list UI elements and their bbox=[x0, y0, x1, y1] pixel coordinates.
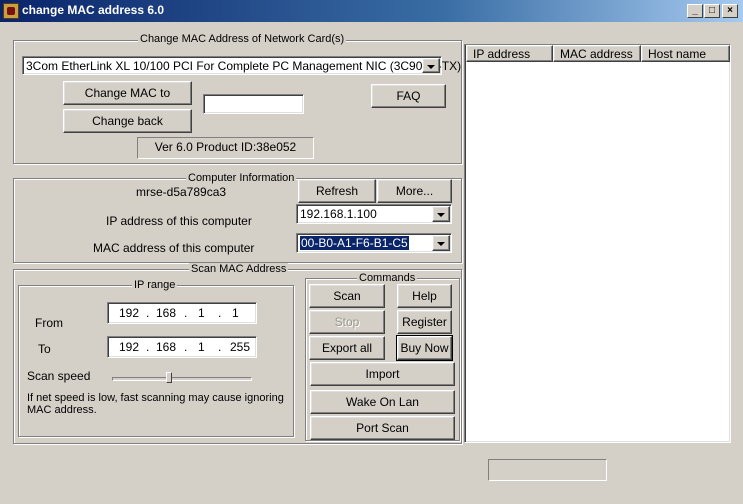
change-mac-group-label: Change MAC Address of Network Card(s) bbox=[138, 33, 347, 45]
ip-dot: . bbox=[184, 340, 188, 354]
from-ip-octet: 1 bbox=[232, 306, 239, 320]
ip-dot: . bbox=[218, 340, 222, 354]
computer-name: mrse-d5a789ca3 bbox=[136, 185, 227, 199]
mac-address-value: 00-B0-A1-F6-B1-C5 bbox=[300, 236, 409, 250]
change-back-button[interactable]: Change back bbox=[63, 109, 192, 133]
minimize-button[interactable]: _ bbox=[687, 4, 703, 18]
window-title: change MAC address 6.0 bbox=[22, 3, 165, 17]
ip-dot: . bbox=[184, 306, 188, 320]
chevron-down-icon bbox=[437, 213, 445, 217]
mac-address-select[interactable]: 00-B0-A1-F6-B1-C5 bbox=[296, 233, 452, 253]
computer-info-group-label: Computer Information bbox=[186, 172, 297, 184]
stop-button[interactable]: Stop bbox=[309, 310, 385, 334]
dropdown-arrow-button[interactable] bbox=[422, 58, 440, 73]
port-scan-button[interactable]: Port Scan bbox=[310, 416, 455, 440]
import-button[interactable]: Import bbox=[310, 362, 455, 386]
results-list[interactable]: IP address MAC address Host name bbox=[464, 44, 731, 443]
from-ip-octet: 168 bbox=[156, 306, 177, 320]
from-ip-input[interactable]: 192 . 168 . 1 . 1 bbox=[107, 302, 257, 324]
ip-dot: . bbox=[146, 306, 150, 320]
slider-track bbox=[112, 377, 252, 381]
help-button[interactable]: Help bbox=[397, 284, 452, 308]
close-button[interactable]: × bbox=[722, 4, 738, 18]
ip-range-label: IP range bbox=[132, 279, 178, 291]
ip-dot: . bbox=[146, 340, 150, 354]
change-mac-button[interactable]: Change MAC to bbox=[63, 81, 192, 105]
wake-on-lan-button[interactable]: Wake On Lan bbox=[310, 390, 455, 414]
column-header-host-name[interactable]: Host name bbox=[641, 45, 730, 62]
to-ip-octet: 1 bbox=[198, 340, 205, 354]
to-ip-octet: 192 bbox=[119, 340, 140, 354]
to-ip-input[interactable]: 192 . 168 . 1 . 255 bbox=[107, 336, 257, 358]
scan-speed-label: Scan speed bbox=[27, 369, 91, 383]
scan-speed-slider[interactable] bbox=[110, 372, 254, 386]
ip-address-value: 192.168.1.100 bbox=[300, 207, 377, 221]
from-ip-octet: 192 bbox=[119, 306, 140, 320]
from-label: From bbox=[35, 316, 63, 330]
status-box bbox=[488, 459, 607, 481]
ip-address-select[interactable]: 192.168.1.100 bbox=[296, 204, 452, 224]
refresh-button[interactable]: Refresh bbox=[298, 179, 376, 203]
mac-address-label: MAC address of this computer bbox=[93, 241, 255, 255]
ip-dot: . bbox=[218, 306, 222, 320]
scan-note: If net speed is low, fast scanning may c… bbox=[27, 392, 284, 416]
dropdown-arrow-button[interactable] bbox=[432, 206, 450, 222]
network-card-value: 3Com EtherLink XL 10/100 PCI For Complet… bbox=[26, 59, 462, 73]
register-button[interactable]: Register bbox=[397, 310, 452, 334]
network-card-select[interactable]: 3Com EtherLink XL 10/100 PCI For Complet… bbox=[22, 56, 461, 75]
chevron-down-icon bbox=[437, 242, 445, 246]
column-header-mac-address[interactable]: MAC address bbox=[553, 45, 641, 62]
chevron-down-icon bbox=[427, 65, 435, 69]
slider-thumb[interactable] bbox=[165, 372, 172, 383]
dropdown-arrow-button[interactable] bbox=[432, 235, 450, 251]
to-ip-octet: 255 bbox=[230, 340, 251, 354]
to-ip-octet: 168 bbox=[156, 340, 177, 354]
scan-mac-group-label: Scan MAC Address bbox=[189, 263, 289, 275]
from-ip-octet: 1 bbox=[198, 306, 205, 320]
app-icon[interactable] bbox=[3, 3, 19, 19]
more-button[interactable]: More... bbox=[377, 179, 452, 203]
ip-address-label: IP address of this computer bbox=[106, 214, 252, 228]
scan-button[interactable]: Scan bbox=[309, 284, 385, 308]
faq-button[interactable]: FAQ bbox=[371, 84, 446, 108]
buy-now-button[interactable]: Buy Now bbox=[396, 335, 453, 361]
new-mac-input[interactable] bbox=[203, 94, 304, 114]
version-label: Ver 6.0 Product ID:38e052 bbox=[137, 137, 314, 159]
export-all-button[interactable]: Export all bbox=[309, 336, 385, 360]
to-label: To bbox=[38, 342, 51, 356]
maximize-button[interactable]: □ bbox=[704, 4, 720, 18]
column-header-ip-address[interactable]: IP address bbox=[466, 45, 553, 62]
commands-group-label: Commands bbox=[357, 272, 418, 284]
